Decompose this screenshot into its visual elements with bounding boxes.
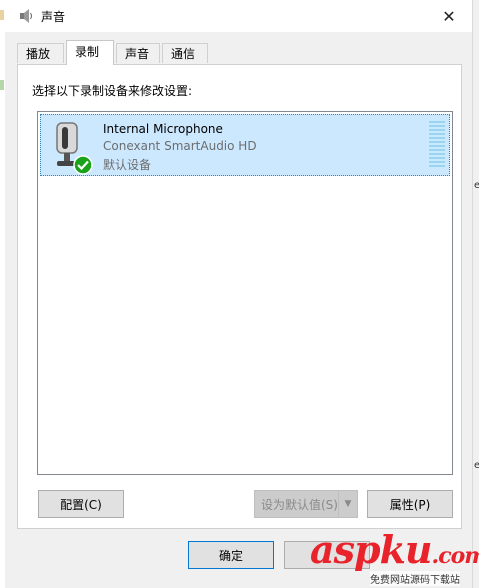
window-title: 声音: [41, 10, 66, 24]
background-fragment: e: [474, 460, 479, 471]
default-check-icon: [73, 155, 93, 175]
device-name: Internal Microphone: [103, 122, 223, 136]
instruction-label: 选择以下录制设备来修改设置:: [32, 84, 193, 98]
watermark: aspku.com 免费网站源码下载站: [300, 527, 479, 588]
tab-sounds[interactable]: 声音: [116, 43, 160, 63]
set-default-label: 设为默认值(S): [261, 497, 338, 512]
device-driver: Conexant SmartAudio HD: [103, 139, 257, 153]
properties-button[interactable]: 属性(P): [367, 490, 453, 518]
set-default-button[interactable]: 设为默认值(S) ▼: [254, 490, 358, 518]
device-item-internal-microphone[interactable]: Internal Microphone Conexant SmartAudio …: [40, 114, 450, 176]
title-bar: 声音 ✕: [5, 0, 472, 32]
background-fragment: [0, 80, 4, 90]
background-window-right: e e: [472, 0, 479, 588]
configure-button[interactable]: 配置(C): [38, 490, 124, 518]
ok-button[interactable]: 确定: [188, 541, 274, 569]
device-list[interactable]: Internal Microphone Conexant SmartAudio …: [37, 111, 453, 475]
tab-recording[interactable]: 录制: [66, 40, 114, 65]
level-meter: [429, 121, 445, 169]
sound-dialog: 声音 ✕ 播放 录制 声音 通信 选择以下录制设备来修改设置: Internal…: [5, 0, 473, 588]
tab-playback[interactable]: 播放: [17, 43, 64, 63]
speaker-icon: [20, 9, 32, 23]
watermark-logo: aspku.com: [310, 527, 479, 572]
background-fragment: e: [474, 180, 479, 191]
close-button[interactable]: ✕: [426, 0, 472, 32]
recording-panel: 选择以下录制设备来修改设置: Internal Microphone Conex…: [17, 64, 462, 529]
close-icon: ✕: [442, 6, 456, 26]
chevron-down-icon[interactable]: ▼: [338, 491, 357, 517]
device-status: 默认设备: [103, 158, 152, 172]
watermark-caption: 免费网站源码下载站: [370, 571, 460, 586]
background-fragment: [0, 10, 4, 20]
tab-communications[interactable]: 通信: [162, 43, 208, 63]
